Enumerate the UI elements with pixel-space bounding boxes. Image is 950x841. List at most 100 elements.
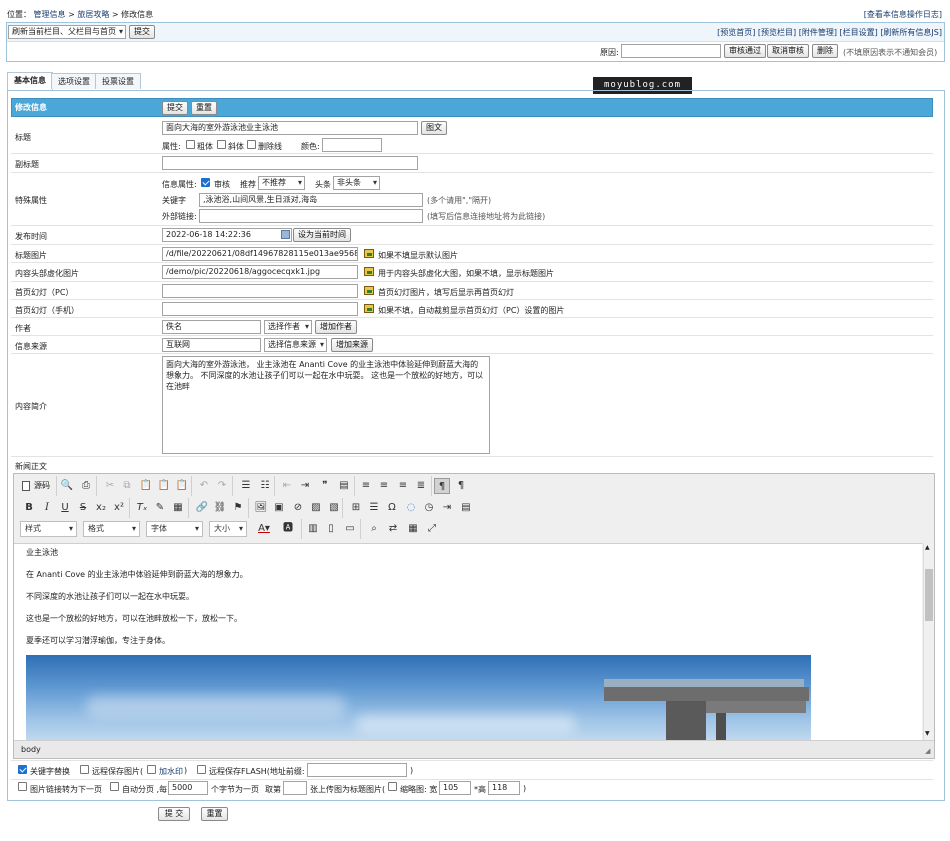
ltr-icon[interactable]: ¶: [434, 478, 450, 494]
extlink-input[interactable]: [199, 209, 423, 223]
recommend-select[interactable]: 不推荐: [258, 176, 305, 190]
subtitle-input[interactable]: [162, 156, 418, 170]
auto-page-label: 自动分页 ,每: [122, 785, 168, 794]
source-input[interactable]: 互联网: [162, 338, 261, 352]
content-image[interactable]: [26, 655, 811, 740]
set-now-button[interactable]: 设为当前时间: [293, 228, 351, 242]
add-source-button[interactable]: 增加来源: [331, 338, 373, 352]
category-settings-link[interactable]: [栏目设置]: [840, 28, 878, 37]
image-select-icon[interactable]: [364, 249, 374, 258]
attachment-manage-link[interactable]: [附件管理]: [799, 28, 837, 37]
strike-checkbox[interactable]: [247, 140, 256, 149]
summary-textarea[interactable]: 面向大海的室外游泳池， 业主泳池在 Ananti Cove 的业主泳池中体验延伸…: [162, 356, 490, 454]
toolbar-group: [21, 498, 130, 518]
format-combo[interactable]: 格式: [83, 521, 140, 537]
page-break-icon[interactable]: ⇥: [439, 500, 455, 516]
tab-vote[interactable]: 投票设置: [95, 73, 141, 89]
view-log-link[interactable]: [查看本信息操作日志]: [864, 9, 942, 20]
preview-home-link[interactable]: [预览首页]: [717, 28, 755, 37]
tab-basic-info[interactable]: 基本信息: [7, 72, 53, 90]
pubtime-input[interactable]: 2022-06-18 14:22:36: [162, 228, 292, 242]
rtl-icon[interactable]: ¶: [453, 478, 469, 494]
take-suffix: 张上传图为标题图片(: [310, 785, 386, 794]
take-index-input[interactable]: [283, 781, 307, 795]
approve-button[interactable]: 审核通过: [724, 44, 766, 58]
font-combo[interactable]: 字体: [146, 521, 203, 537]
refresh-scope-select[interactable]: 刷新当前栏目、父栏目与首页: [8, 25, 126, 39]
flash-prefix-input[interactable]: [307, 763, 407, 777]
headline-select[interactable]: 非头条: [333, 176, 380, 190]
table-icon[interactable]: ⊞: [348, 500, 364, 516]
image-select-icon[interactable]: [364, 267, 374, 276]
image-select-icon[interactable]: [364, 286, 374, 295]
remote-save-pic-checkbox[interactable]: [80, 765, 89, 774]
auto-page-checkbox[interactable]: [110, 782, 119, 791]
link-next-checkbox[interactable]: [18, 782, 27, 791]
special-char-icon[interactable]: Ω: [384, 500, 400, 516]
page-chars-input[interactable]: 5000: [168, 781, 208, 795]
style-combo[interactable]: 样式: [20, 521, 77, 537]
smiley-icon[interactable]: ◌: [403, 500, 419, 516]
recommend-label: 推荐: [240, 180, 256, 189]
replace-icon[interactable]: ⇄: [385, 521, 401, 537]
watermark-checkbox[interactable]: [147, 765, 156, 774]
footer-submit-button[interactable]: 提 交: [158, 807, 190, 821]
editor-content[interactable]: 业主泳池 在 Ananti Cove 的业主泳池中体验延伸到蔚蓝大海的想象力。 …: [14, 543, 922, 740]
size-combo[interactable]: 大小: [209, 521, 247, 537]
maximize-icon[interactable]: ⤢: [424, 521, 440, 537]
refresh-js-link[interactable]: [刷新所有信息JS]: [880, 28, 942, 37]
source-select[interactable]: 选择信息来源: [264, 338, 327, 352]
italic-checkbox[interactable]: [217, 140, 226, 149]
add-watermark-link[interactable]: 加水印: [159, 766, 183, 777]
keyword-replace-checkbox[interactable]: [18, 765, 27, 774]
toolbar-group: [134, 498, 189, 518]
author-input[interactable]: 佚名: [162, 320, 261, 334]
tab-options[interactable]: 选项设置: [51, 73, 97, 89]
element-path[interactable]: body: [21, 745, 41, 754]
horizontal-rule-icon[interactable]: ☰: [366, 500, 382, 516]
breadcrumb-item-manage[interactable]: 管理信息: [34, 10, 66, 19]
breadcrumb-item-category[interactable]: 旅居攻略: [77, 10, 109, 19]
bold-checkbox[interactable]: [186, 140, 195, 149]
slide-mobile-input[interactable]: [162, 302, 358, 316]
toolbar-group: [20, 476, 57, 496]
scroll-up-icon[interactable]: ▲: [925, 544, 930, 551]
pubtime-label: 发布时间: [15, 232, 47, 241]
reason-input[interactable]: [621, 44, 721, 58]
show-blocks-icon[interactable]: ▦: [405, 521, 421, 537]
content-paragraph: 夏季还可以学习潜浮瑜伽，专注于身体。: [26, 636, 170, 645]
clock-icon[interactable]: ◷: [421, 500, 437, 516]
editor-scrollbar[interactable]: ▲ ▼: [923, 543, 934, 740]
iframe-icon[interactable]: ▤: [458, 500, 474, 516]
find-icon[interactable]: ⌕: [366, 521, 382, 537]
author-select[interactable]: 选择作者: [264, 320, 312, 334]
resize-handle-icon[interactable]: ◢: [925, 747, 930, 755]
summary-label: 内容简介: [15, 402, 47, 411]
cancel-approve-button[interactable]: 取消审核: [767, 44, 809, 58]
delete-button[interactable]: 删除: [812, 44, 838, 58]
preview-category-link[interactable]: [预览栏目]: [758, 28, 796, 37]
keywords-input[interactable]: ,泳池浴,山间风景,生日派对,海岛: [199, 193, 423, 207]
title-color-input[interactable]: [322, 138, 382, 152]
calendar-icon[interactable]: [281, 230, 290, 239]
image-select-icon[interactable]: [364, 304, 374, 313]
titlepic-input[interactable]: /d/file/20220621/08df14967828115e013ae95…: [162, 247, 358, 261]
thumb-height-input[interactable]: 118: [488, 781, 520, 795]
scrollbar-thumb[interactable]: [925, 569, 933, 621]
title-input[interactable]: 面向大海的室外游泳池业主泳池: [162, 121, 418, 135]
scroll-down-icon[interactable]: ▼: [925, 730, 930, 737]
thumbnail-checkbox[interactable]: [388, 782, 397, 791]
headpic-input[interactable]: /demo/pic/20220618/aggocecqxk1.jpg: [162, 265, 358, 279]
titlepic-label: 标题图片: [15, 251, 47, 260]
header-reset-button[interactable]: 重置: [191, 101, 217, 115]
toolbar-submit-button[interactable]: 提交: [129, 25, 155, 39]
header-submit-button[interactable]: 提交: [162, 101, 188, 115]
slide-pc-input[interactable]: [162, 284, 358, 298]
footer-reset-button[interactable]: 重置: [201, 807, 228, 821]
remote-flash-checkbox[interactable]: [197, 765, 206, 774]
add-author-button[interactable]: 增加作者: [315, 320, 357, 334]
review-checkbox[interactable]: [201, 178, 210, 187]
title-pic-button[interactable]: 图文: [421, 121, 447, 135]
cloud-shape: [86, 695, 346, 717]
thumb-width-input[interactable]: 105: [439, 781, 471, 795]
